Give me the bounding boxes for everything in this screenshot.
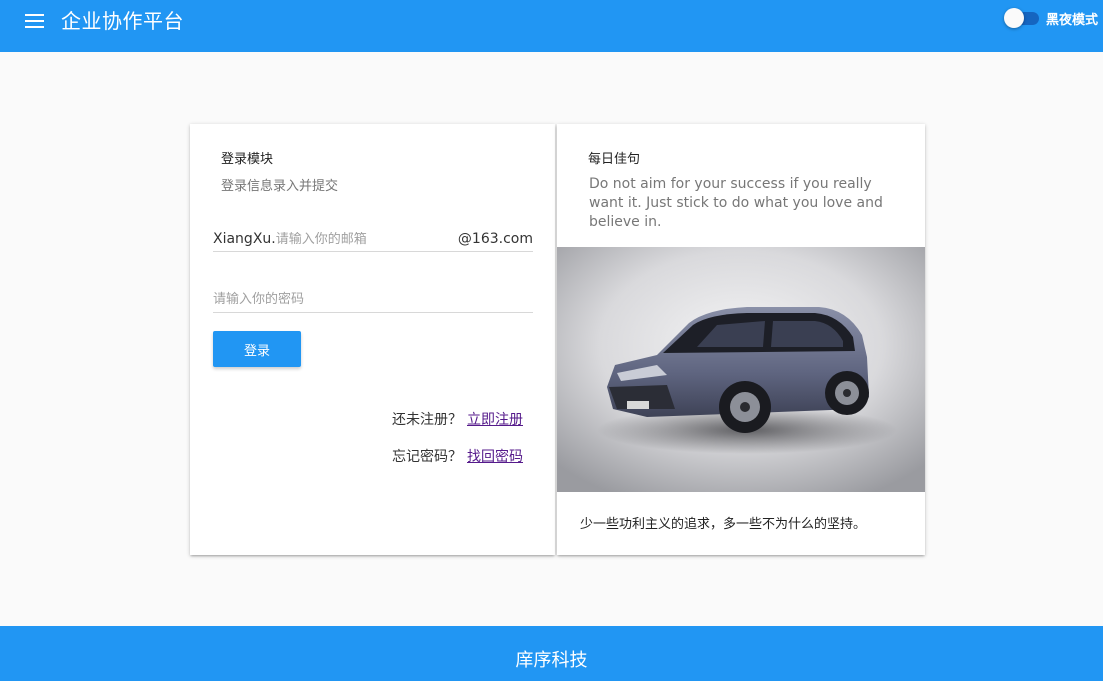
forgot-prompt: 忘记密码？ [392, 449, 462, 465]
email-prefix: XiangXu. [213, 231, 276, 247]
dark-mode-label: 黑夜模式 [1045, 12, 1098, 28]
footer-brand: 庠序科技 [515, 650, 588, 671]
password-input[interactable] [213, 287, 533, 312]
app-title: 企业协作平台 [61, 9, 184, 33]
forgot-prompt-line: 忘记密码？ 找回密码 [392, 446, 523, 466]
top-app-bar: 企业协作平台 黑夜模式 [0, 0, 1103, 52]
register-link[interactable]: 立即注册 [467, 412, 523, 428]
forgot-password-link[interactable]: 找回密码 [467, 449, 523, 465]
quote-caption: 少一些功利主义的追求，多一些不为什么的坚持。 [580, 517, 867, 532]
daily-quote-card: 每日佳句 Do not aim for your success if you … [557, 124, 925, 555]
register-prompt-line: 还未注册？ 立即注册 [392, 409, 523, 429]
quote-text: Do not aim for your success if you reall… [589, 176, 883, 230]
email-field: XiangXu. @163.com [213, 227, 533, 252]
login-card-subtitle: 登录信息录入并提交 [221, 179, 339, 194]
login-card-title: 登录模块 [221, 152, 274, 167]
email-suffix: @163.com [457, 231, 533, 247]
login-card: 登录模块 登录信息录入并提交 XiangXu. @163.com 登录 还未注册… [190, 124, 555, 555]
password-field [213, 287, 533, 313]
suv-car-photo [557, 247, 925, 492]
footer: 庠序科技 [0, 626, 1103, 681]
quote-card-title: 每日佳句 [588, 152, 641, 167]
toggle-switch[interactable] [1003, 8, 1040, 28]
register-prompt: 还未注册？ [392, 412, 462, 428]
email-input[interactable] [275, 231, 458, 247]
toggle-thumb [1003, 8, 1024, 28]
dark-mode-toggle[interactable]: 黑夜模式 [1003, 8, 1098, 28]
hamburger-menu-icon[interactable] [24, 13, 46, 29]
login-button[interactable]: 登录 [213, 331, 301, 367]
